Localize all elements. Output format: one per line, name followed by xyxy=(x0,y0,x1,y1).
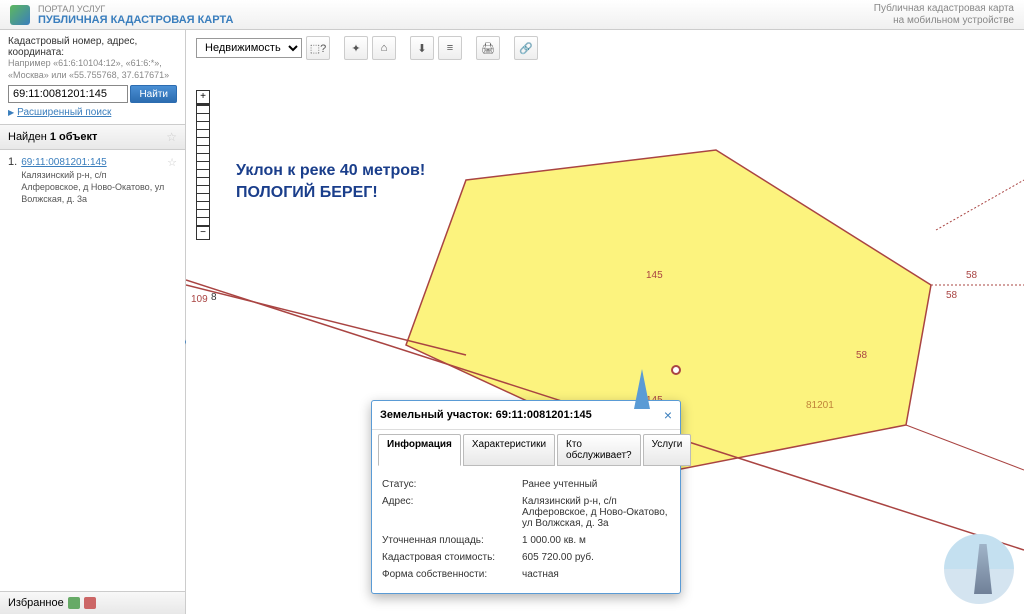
header-title: ПУБЛИЧНАЯ КАДАСТРОВАЯ КАРТА xyxy=(38,14,233,26)
info-popup: Земельный участок: 69:11:0081201:145 × И… xyxy=(371,400,681,594)
parcel-label: 145 xyxy=(646,270,663,281)
tab-services[interactable]: Услуги xyxy=(643,434,692,466)
print-tool[interactable]: 🖨 xyxy=(476,36,500,60)
corner-image xyxy=(944,534,1014,604)
tab-characteristics[interactable]: Характеристики xyxy=(463,434,555,466)
search-button[interactable]: Найти xyxy=(130,85,177,103)
block-label: 81201 xyxy=(806,400,834,411)
search-label: Кадастровый номер, адрес, координата: xyxy=(8,36,177,58)
mobile-link[interactable]: Публичная кадастровая карта на мобильном… xyxy=(874,3,1014,27)
results-header: Найден 1 объект ☆ xyxy=(0,124,185,150)
parcel-label: 58 xyxy=(946,290,957,301)
result-desc: Калязинский р-н, с/п Алферовское, д Ново… xyxy=(21,170,167,205)
zoom-in-button[interactable]: + xyxy=(196,90,210,104)
parcel-label: 8 xyxy=(211,292,217,303)
download-tool[interactable]: ⬇ xyxy=(410,36,434,60)
parcel-label: 58 xyxy=(856,350,867,361)
star-icon[interactable]: ☆ xyxy=(167,156,177,205)
link-tool[interactable]: 🔗 xyxy=(514,36,538,60)
close-icon[interactable]: × xyxy=(664,407,672,423)
expand-icon: ▶ xyxy=(8,108,14,117)
toolbar: Недвижимость ⬚? ✦ ⌂ ⬇ ≡ 🖨 🔗 xyxy=(196,36,1014,60)
tab-service[interactable]: Кто обслуживает? xyxy=(557,434,641,466)
identify-tool[interactable]: ⬚? xyxy=(306,36,330,60)
favorites-remove-icon[interactable] xyxy=(84,597,96,609)
search-hint: Например «61:6:10104:12», «61:6:*», «Мос… xyxy=(8,58,177,81)
map-annotation: Уклон к реке 40 метров! ПОЛОГИЙ БЕРЕГ! xyxy=(236,160,425,205)
layers-tool[interactable]: ≡ xyxy=(438,36,462,60)
zoom-control[interactable]: + − xyxy=(196,90,210,240)
header-subtitle: ПОРТАЛ УСЛУГ xyxy=(38,4,233,14)
favorites-add-icon[interactable] xyxy=(68,597,80,609)
parcel-label: 109 xyxy=(191,294,208,305)
extent-tool[interactable]: ⌂ xyxy=(372,36,396,60)
map-canvas[interactable]: Недвижимость ⬚? ✦ ⌂ ⬇ ≡ 🖨 🔗 + − xyxy=(186,30,1024,614)
parcel-label: 58 xyxy=(966,270,977,281)
category-select[interactable]: Недвижимость xyxy=(196,38,302,58)
app-header: ПОРТАЛ УСЛУГ ПУБЛИЧНАЯ КАДАСТРОВАЯ КАРТА… xyxy=(0,0,1024,30)
advanced-search-link[interactable]: Расширенный поиск xyxy=(17,107,111,118)
locate-tool[interactable]: ✦ xyxy=(344,36,368,60)
popup-title: Земельный участок: 69:11:0081201:145 xyxy=(380,409,592,421)
star-icon[interactable]: ☆ xyxy=(166,130,177,144)
list-item[interactable]: 1. 69:11:0081201:145 Калязинский р-н, с/… xyxy=(0,150,185,211)
favorites-bar[interactable]: Избранное xyxy=(0,591,185,614)
sidebar: Кадастровый номер, адрес, координата: На… xyxy=(0,30,186,614)
zoom-slider[interactable] xyxy=(196,105,210,225)
tab-info[interactable]: Информация xyxy=(378,434,461,466)
zoom-out-button[interactable]: − xyxy=(196,226,210,240)
search-input[interactable] xyxy=(8,85,128,103)
result-link[interactable]: 69:11:0081201:145 xyxy=(21,157,106,168)
logo-icon xyxy=(10,5,30,25)
